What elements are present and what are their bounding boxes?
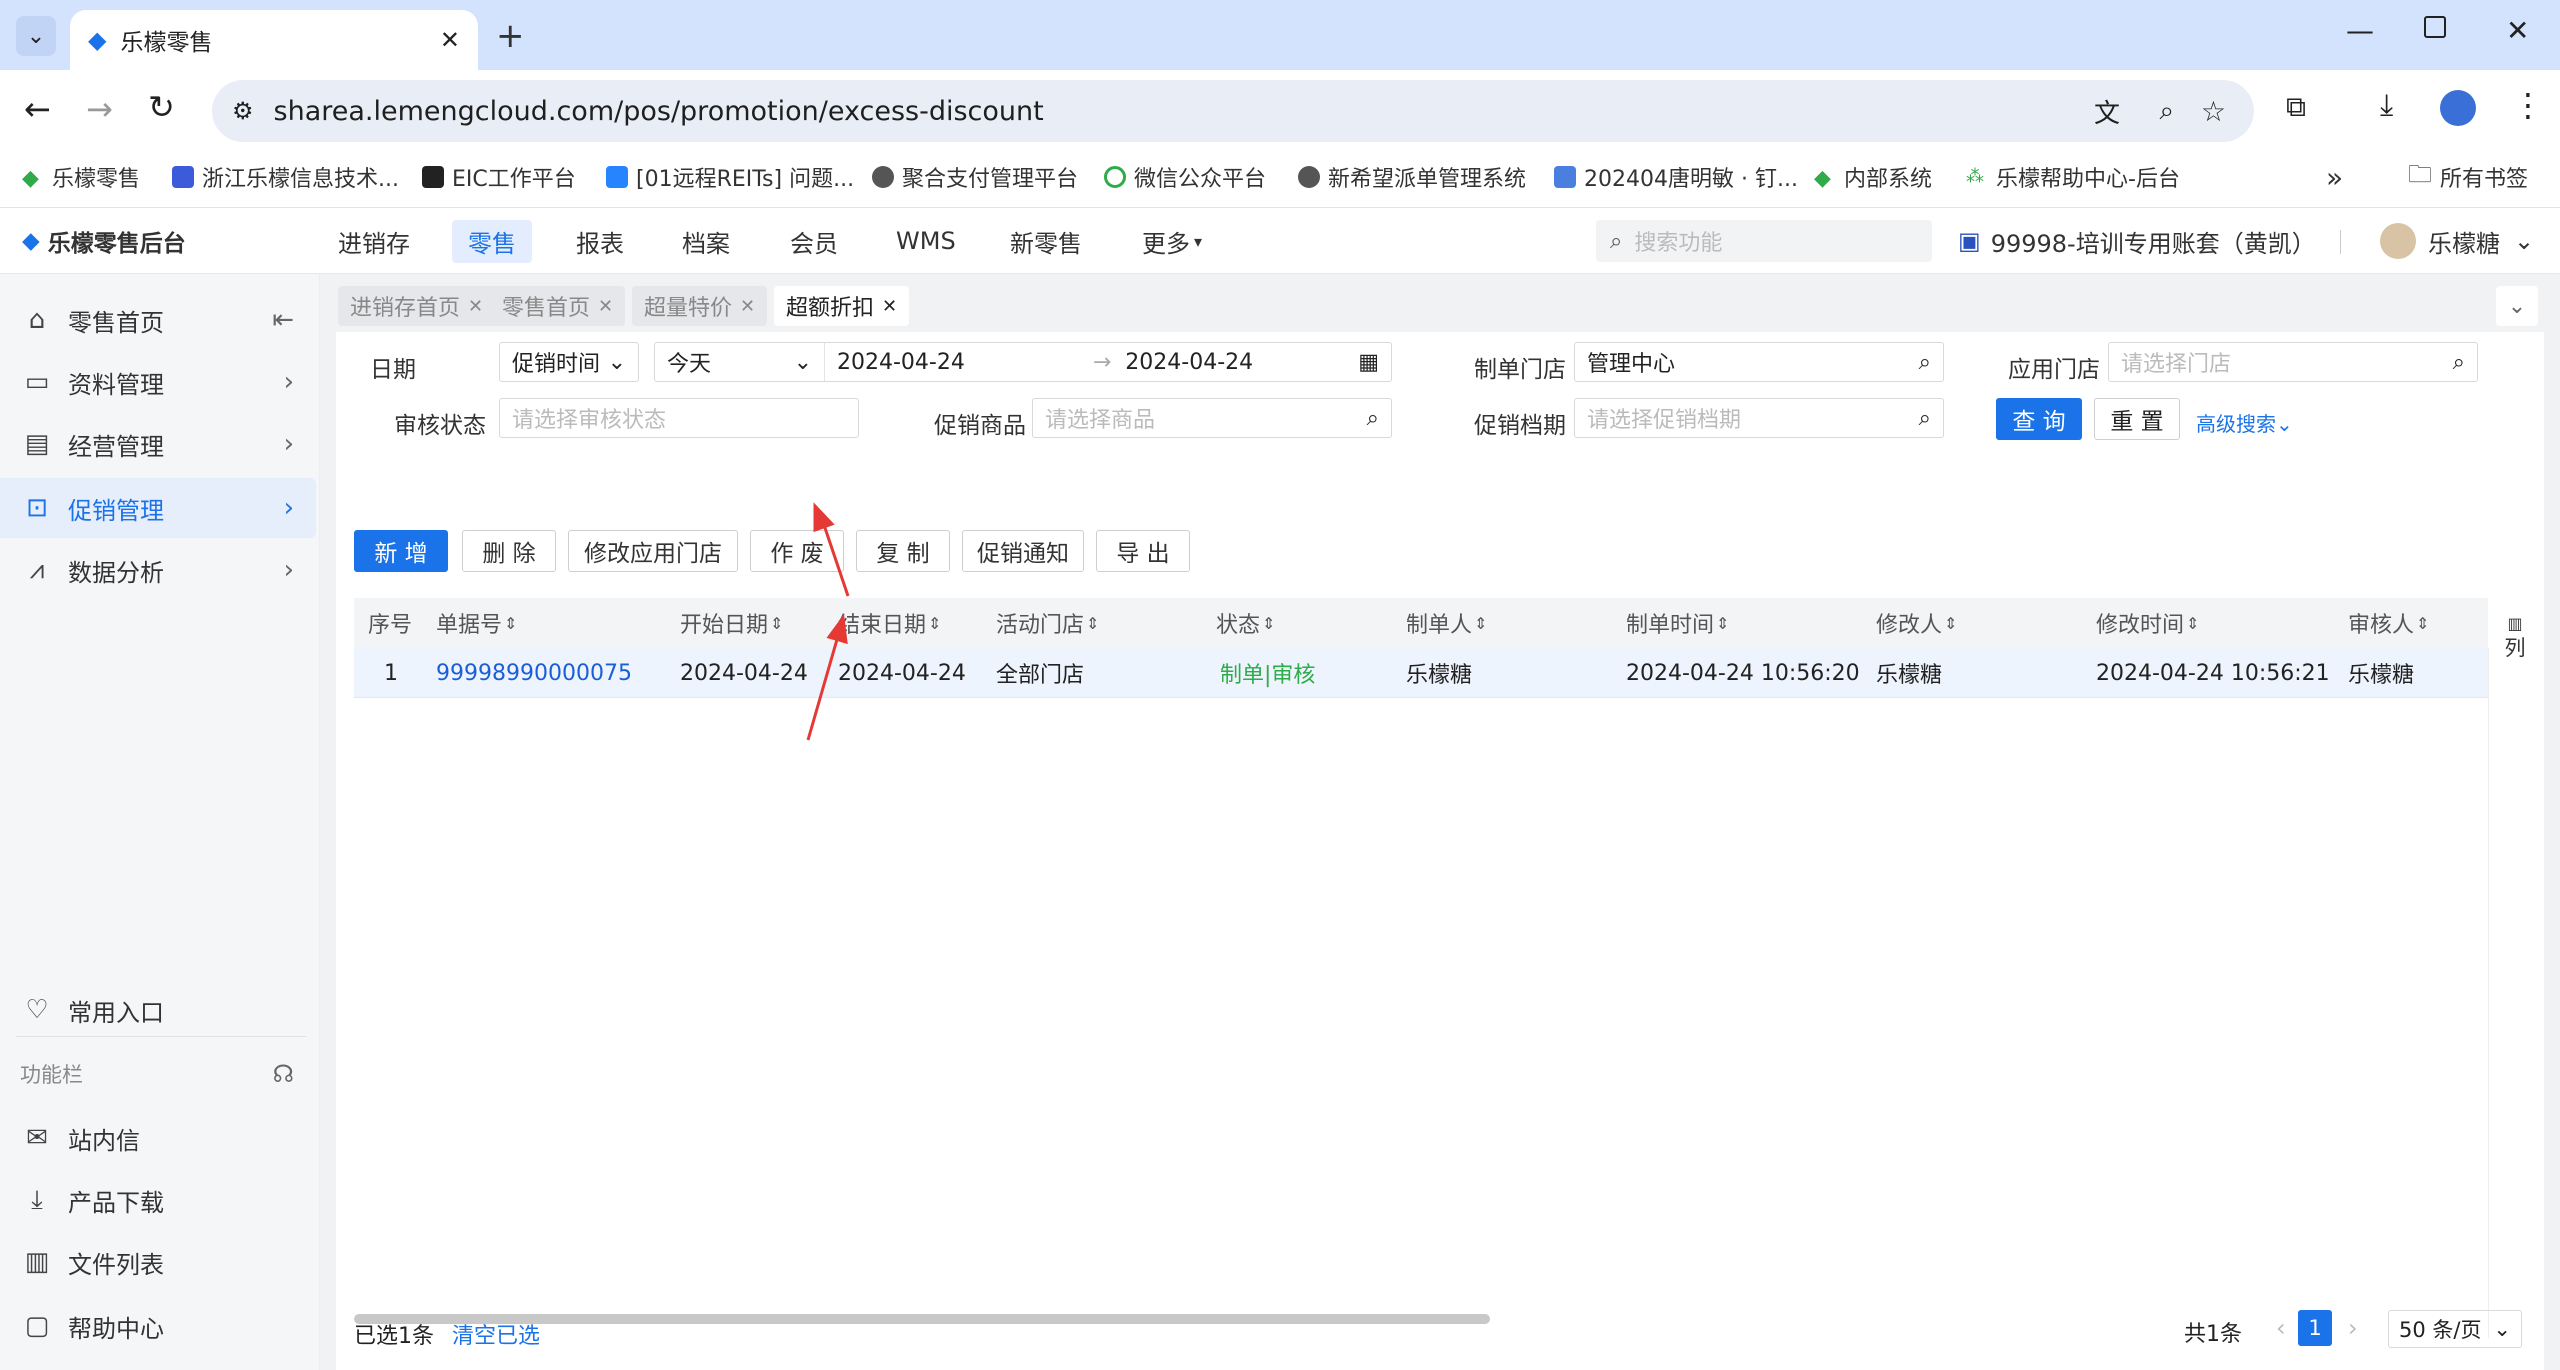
annotation-arrow-to-void-button [813, 502, 850, 597]
annotation-arrows [806, 502, 850, 741]
annotation-arrow-to-end-date [806, 614, 848, 741]
